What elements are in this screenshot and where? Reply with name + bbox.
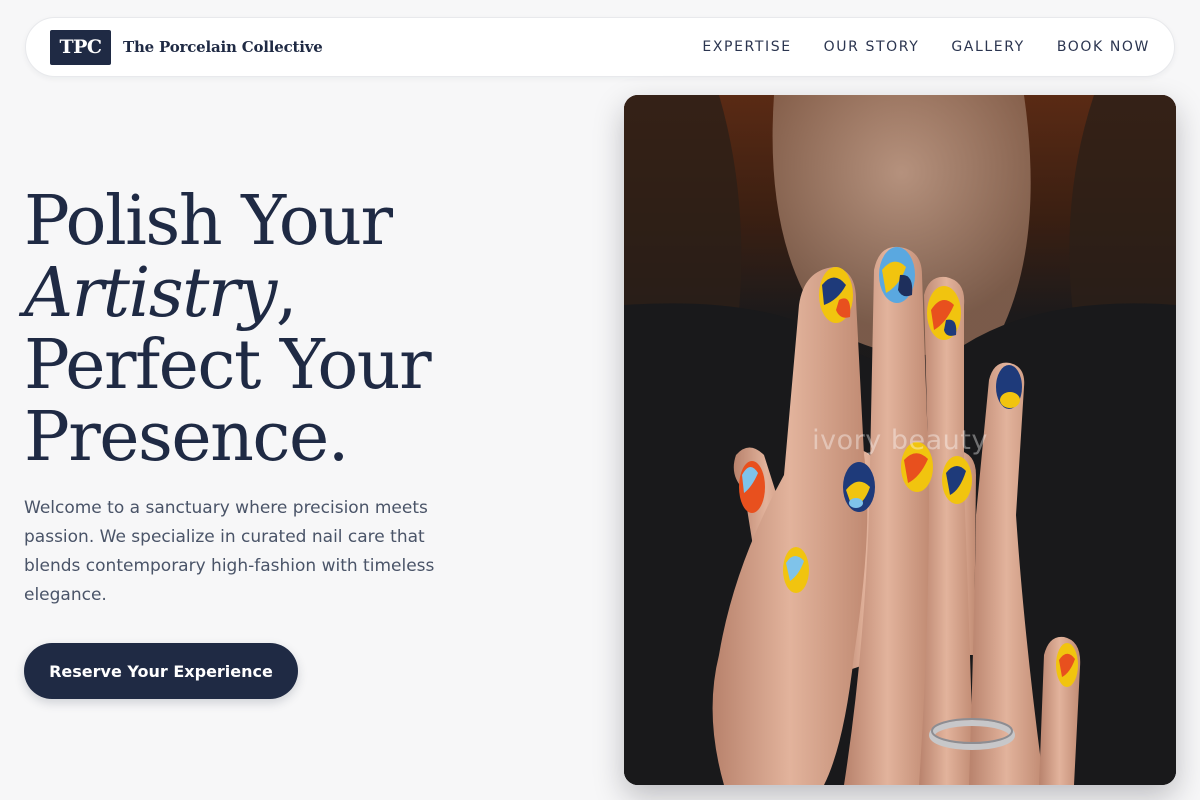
brand[interactable]: TPC The Porcelain Collective <box>50 29 323 65</box>
reserve-experience-button[interactable]: Reserve Your Experience <box>24 643 298 699</box>
nav-links: EXPERTISE OUR STORY GALLERY BOOK NOW <box>670 39 1150 55</box>
hero-title-comma: , <box>275 254 298 333</box>
nail-5 <box>739 461 765 513</box>
nail-6 <box>843 462 875 512</box>
hero-title-line-4: Presence. <box>24 398 349 477</box>
hero-title: Polish Your Artistry, Perfect Your Prese… <box>24 186 584 474</box>
nail-8 <box>942 456 972 504</box>
nail-3 <box>927 286 961 340</box>
nav-link-expertise[interactable]: EXPERTISE <box>702 39 791 55</box>
nail-10 <box>1056 643 1078 687</box>
logo[interactable]: TPC <box>50 29 111 65</box>
nav-link-book-now[interactable]: BOOK NOW <box>1057 39 1150 55</box>
nav-link-our-story[interactable]: OUR STORY <box>824 39 920 55</box>
watermark-text: ivory beauty <box>812 425 988 456</box>
nail-2 <box>879 247 915 303</box>
hero-description: Welcome to a sanctuary where precision m… <box>24 498 435 605</box>
hero-title-line-1: Polish Your <box>24 182 393 261</box>
nav-link-gallery[interactable]: GALLERY <box>951 39 1024 55</box>
nail-4 <box>996 365 1022 409</box>
hero-title-line-2: Artistry, <box>24 258 584 330</box>
nail-9 <box>783 547 809 593</box>
nail-1 <box>819 267 853 323</box>
hero-photo: ivory beauty <box>624 95 1176 785</box>
hero-title-italic: Artistry <box>24 254 277 333</box>
hero-title-line-3: Perfect Your <box>24 326 432 405</box>
top-navbar: TPC The Porcelain Collective EXPERTISE O… <box>25 17 1175 77</box>
brand-name[interactable]: The Porcelain Collective <box>123 38 323 56</box>
